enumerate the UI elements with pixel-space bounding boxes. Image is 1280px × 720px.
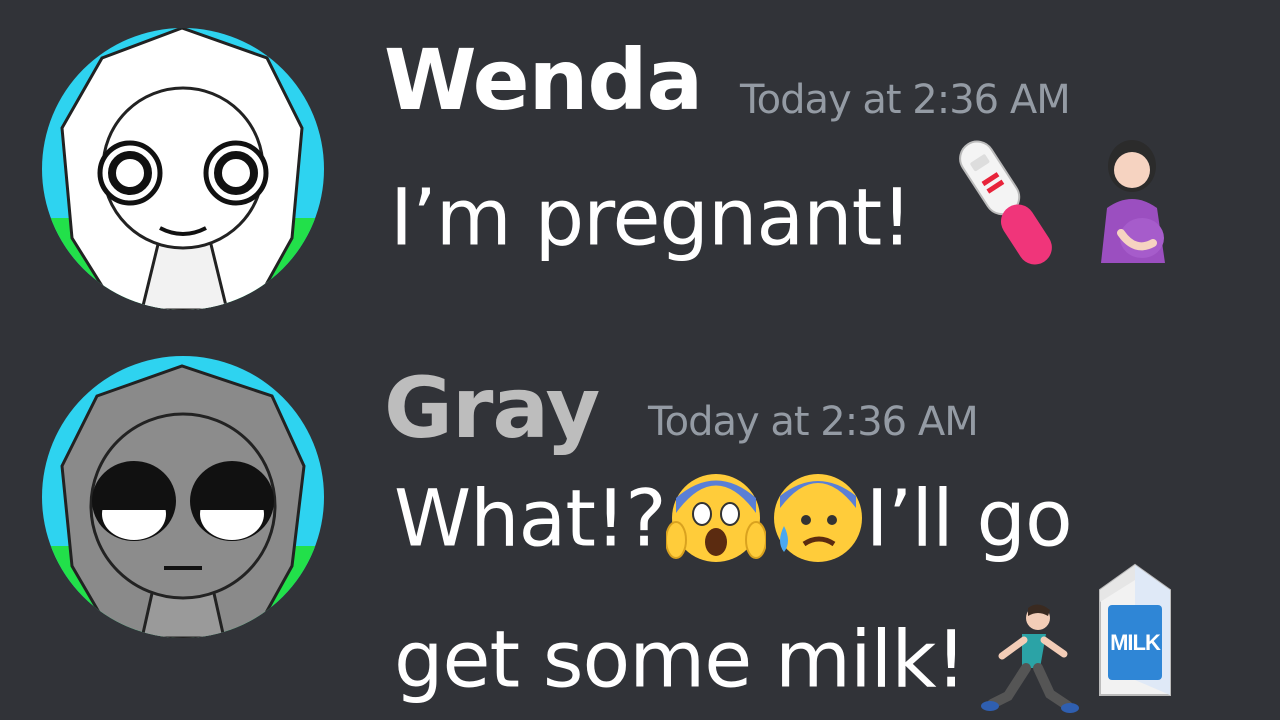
avatar-wenda-image — [42, 28, 324, 310]
message-text-wenda-content: I’m pregnant! — [390, 173, 912, 264]
author-name-wenda[interactable]: Wenda — [384, 38, 703, 122]
milk-carton-icon: MILK — [1080, 560, 1190, 700]
face-screaming-in-fear-icon — [665, 468, 766, 568]
timestamp-gray: Today at 2:36 AM — [648, 399, 979, 445]
message-text-gray-line2: get some milk! MILK — [394, 563, 1190, 720]
avatar-wenda[interactable] — [42, 28, 324, 310]
message-text-gray-part3: get some milk! — [394, 615, 967, 706]
message-text-gray-line1: What!? I’ll go — [394, 474, 1073, 568]
message-gray: Gray Today at 2:36 AM What!? I’ll go get… — [0, 340, 1280, 720]
message-wenda: Wenda Today at 2:36 AM I’m pregnant! — [0, 0, 1280, 340]
avatar-gray[interactable] — [42, 356, 324, 638]
message-text-gray-part2: I’ll go — [865, 474, 1073, 565]
man-running-icon — [980, 600, 1080, 720]
message-text-gray-part1: What!? — [394, 474, 667, 565]
avatar-gray-image — [42, 356, 324, 638]
timestamp-wenda: Today at 2:36 AM — [740, 77, 1071, 123]
author-name-gray[interactable]: Gray — [384, 366, 600, 450]
anxious-face-with-sweat-icon — [766, 468, 866, 568]
pregnancy-test-icon — [951, 128, 1061, 278]
pregnant-woman-icon — [1087, 138, 1177, 268]
message-text-wenda: I’m pregnant! — [390, 140, 1177, 278]
milk-carton-label: MILK — [1110, 630, 1161, 655]
